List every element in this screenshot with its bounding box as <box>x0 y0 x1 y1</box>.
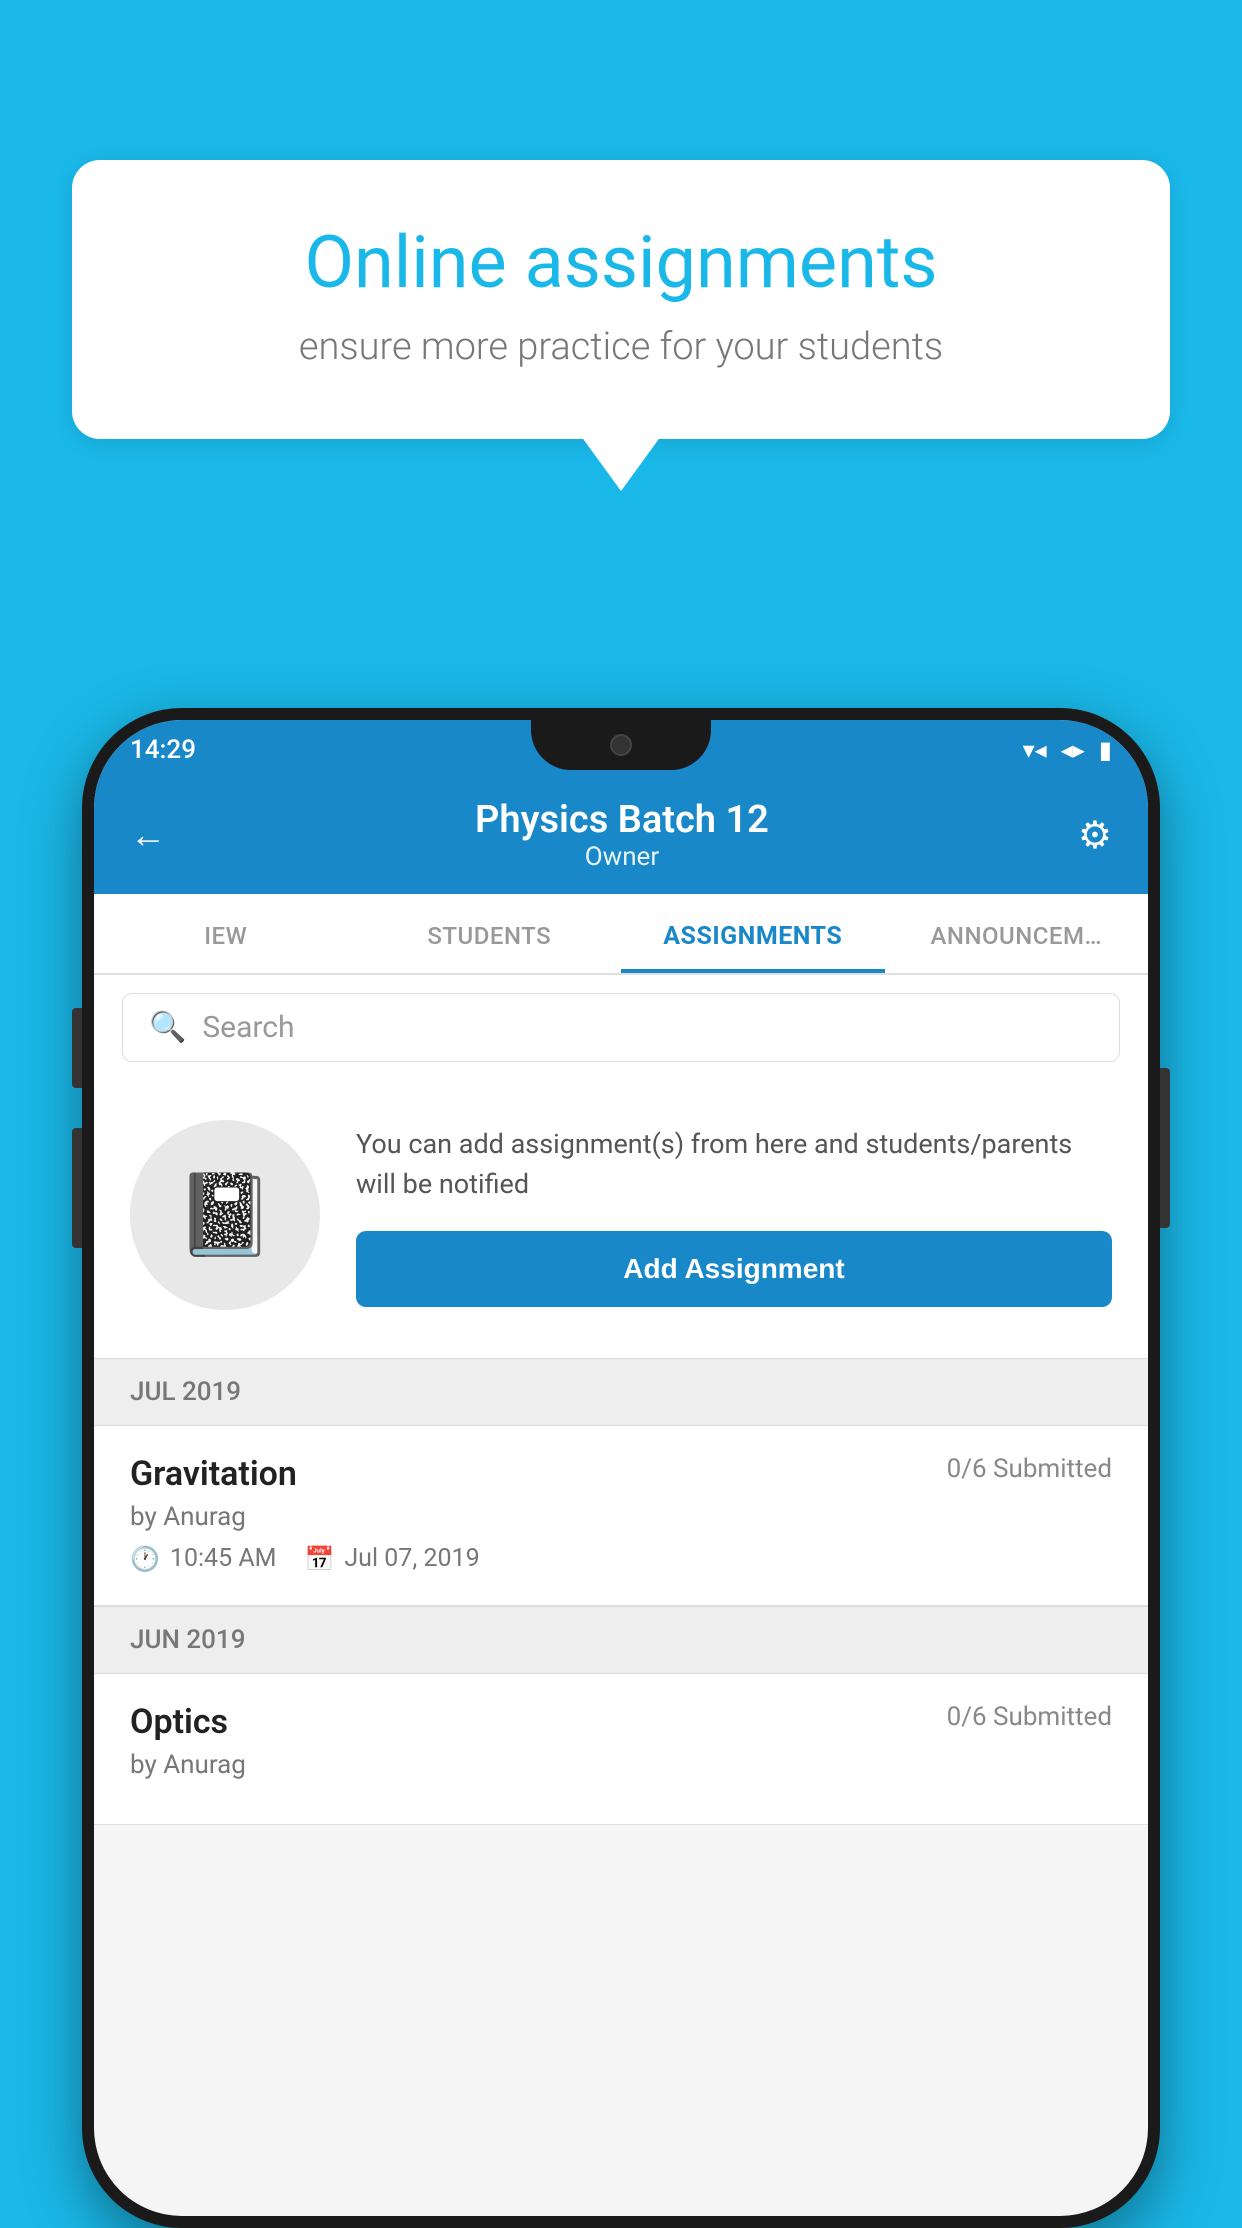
assignment-name-gravitation: Gravitation <box>130 1454 297 1494</box>
section-header-jun: JUN 2019 <box>94 1606 1148 1674</box>
phone-notch <box>531 720 711 770</box>
tab-students[interactable]: STUDENTS <box>358 894 622 973</box>
assignment-submitted-gravitation: 0/6 Submitted <box>947 1454 1112 1484</box>
assignment-date-gravitation: Jul 07, 2019 <box>344 1544 479 1573</box>
back-button[interactable]: ← <box>130 814 166 856</box>
assignment-submitted-optics: 0/6 Submitted <box>947 1702 1112 1732</box>
assignment-by-optics: by Anurag <box>130 1750 1112 1780</box>
calendar-icon: 📅 <box>304 1545 334 1573</box>
search-input[interactable]: Search <box>202 1010 294 1045</box>
tabs-container: IEW STUDENTS ASSIGNMENTS ANNOUNCEM… <box>94 894 1148 975</box>
signal-icon: ◂▸ <box>1061 736 1085 764</box>
add-assignment-button[interactable]: Add Assignment <box>356 1231 1112 1307</box>
tab-iew[interactable]: IEW <box>94 894 358 973</box>
side-btn-power <box>1160 1068 1170 1228</box>
tab-assignments[interactable]: ASSIGNMENTS <box>621 894 885 973</box>
assignment-by-gravitation: by Anurag <box>130 1502 1112 1532</box>
assignment-item-gravitation[interactable]: Gravitation 0/6 Submitted by Anurag 🕐 10… <box>94 1426 1148 1606</box>
section-header-jun-text: JUN 2019 <box>130 1625 245 1655</box>
status-time: 14:29 <box>130 735 196 765</box>
wifi-icon: ▾◂ <box>1023 736 1047 764</box>
tab-announcements[interactable]: ANNOUNCEM… <box>885 894 1149 973</box>
header-title: Physics Batch 12 <box>475 798 769 842</box>
battery-icon: ▮ <box>1099 736 1112 764</box>
section-header-jul: JUL 2019 <box>94 1358 1148 1426</box>
search-bar-container: 🔍 Search <box>94 975 1148 1080</box>
meta-date-gravitation: 📅 Jul 07, 2019 <box>304 1544 479 1573</box>
app-header: ← Physics Batch 12 Owner ⚙ <box>94 780 1148 894</box>
assignment-row1: Gravitation 0/6 Submitted <box>130 1454 1112 1494</box>
scrollable-content: 🔍 Search 📓 You can add assignment(s) fro… <box>94 975 1148 2216</box>
side-btn-volume-up <box>72 1008 82 1088</box>
phone-screen: 14:29 ▾◂ ◂▸ ▮ ← Physics Batch 12 Owner ⚙ <box>94 720 1148 2216</box>
search-icon: 🔍 <box>149 1010 186 1045</box>
header-center: Physics Batch 12 Owner <box>475 798 769 872</box>
assignment-item-optics[interactable]: Optics 0/6 Submitted by Anurag <box>94 1674 1148 1825</box>
assignment-time-gravitation: 10:45 AM <box>170 1544 277 1573</box>
section-header-jul-text: JUL 2019 <box>130 1377 241 1407</box>
speech-bubble-subtitle: ensure more practice for your students <box>152 325 1090 369</box>
notebook-icon: 📓 <box>175 1168 275 1262</box>
meta-time-gravitation: 🕐 10:45 AM <box>130 1544 276 1573</box>
camera-dot <box>610 734 632 756</box>
add-assignment-text-section: You can add assignment(s) from here and … <box>356 1124 1112 1307</box>
status-icons: ▾◂ ◂▸ ▮ <box>1023 736 1112 764</box>
add-assignment-description: You can add assignment(s) from here and … <box>356 1124 1112 1205</box>
phone-frame: 14:29 ▾◂ ◂▸ ▮ ← Physics Batch 12 Owner ⚙ <box>82 708 1160 2228</box>
search-bar[interactable]: 🔍 Search <box>122 993 1120 1062</box>
settings-button[interactable]: ⚙ <box>1078 813 1112 858</box>
header-subtitle: Owner <box>475 842 769 872</box>
speech-bubble: Online assignments ensure more practice … <box>72 160 1170 439</box>
speech-bubble-title: Online assignments <box>152 220 1090 305</box>
assignment-meta-gravitation: 🕐 10:45 AM 📅 Jul 07, 2019 <box>130 1544 1112 1573</box>
side-btn-volume-down <box>72 1128 82 1248</box>
clock-icon: 🕐 <box>130 1545 160 1573</box>
speech-bubble-container: Online assignments ensure more practice … <box>72 160 1170 439</box>
add-assignment-card: 📓 You can add assignment(s) from here an… <box>94 1080 1148 1358</box>
screen-wrapper: 14:29 ▾◂ ◂▸ ▮ ← Physics Batch 12 Owner ⚙ <box>94 720 1148 2216</box>
assignment-row1-optics: Optics 0/6 Submitted <box>130 1702 1112 1742</box>
notebook-icon-circle: 📓 <box>130 1120 320 1310</box>
speech-bubble-arrow <box>581 436 661 491</box>
assignment-name-optics: Optics <box>130 1702 228 1742</box>
